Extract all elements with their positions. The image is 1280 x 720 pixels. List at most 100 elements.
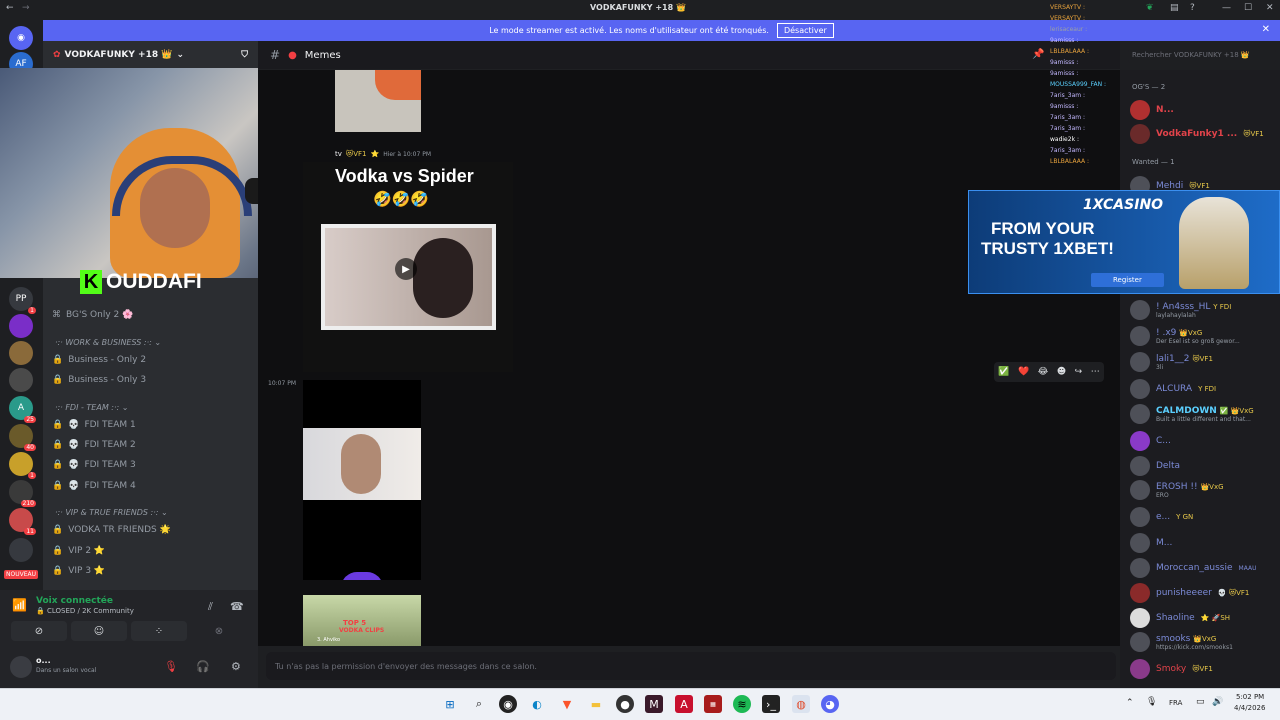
- server-icon[interactable]: [9, 314, 33, 338]
- maximize-button[interactable]: ☐: [1244, 3, 1252, 13]
- avatar[interactable]: [10, 656, 32, 678]
- app-icon[interactable]: ●: [616, 695, 634, 713]
- member-item[interactable]: ! .x9 👑VxG Der Esel ist so groß gewor...: [1130, 326, 1240, 346]
- network-icon[interactable]: ▭: [1196, 697, 1205, 707]
- language-indicator[interactable]: FRA: [1169, 699, 1182, 707]
- member-item[interactable]: M...: [1130, 533, 1172, 553]
- forward-icon[interactable]: →: [22, 3, 30, 13]
- browser-icon[interactable]: ◍: [792, 695, 810, 713]
- member-item[interactable]: ALCURA Y FDI: [1130, 379, 1216, 399]
- heart-reaction-icon[interactable]: ❤️: [1018, 367, 1029, 377]
- clock-date[interactable]: 4/4/2026: [1234, 704, 1265, 712]
- server-icon[interactable]: 210: [9, 480, 36, 507]
- check-reaction-icon[interactable]: ✅: [998, 367, 1009, 377]
- channel-item[interactable]: 🔒 VODKA TR FRIENDS 🌟: [52, 525, 171, 535]
- mute-mic-icon[interactable]: 🎙: [164, 660, 178, 673]
- activities-button[interactable]: ⁘: [131, 621, 187, 641]
- server-icon[interactable]: [9, 368, 33, 392]
- reply-icon[interactable]: ↪: [1075, 367, 1083, 377]
- discord-home-icon[interactable]: ◉: [9, 26, 33, 50]
- member-item[interactable]: Moroccan_aussie MAAU: [1130, 558, 1256, 578]
- help-icon[interactable]: ?: [1190, 3, 1195, 13]
- member-item[interactable]: EROSH !! 👑VxG ERO: [1130, 480, 1224, 500]
- member-item[interactable]: punisheeeer 💀 😻VF1: [1130, 583, 1249, 603]
- member-item[interactable]: lali1__2 😻VF1 3li: [1130, 352, 1213, 372]
- server-icon[interactable]: 1: [9, 452, 36, 479]
- edge-icon[interactable]: ◐: [528, 695, 546, 713]
- obs-icon[interactable]: ◉: [499, 695, 517, 713]
- discord-icon[interactable]: ◕: [821, 695, 839, 713]
- search-icon[interactable]: ⌕: [470, 695, 488, 713]
- server-icon-pp[interactable]: PP 1: [9, 287, 36, 314]
- add-member-icon[interactable]: ⛉: [241, 50, 248, 60]
- video-thumbnail-3[interactable]: TOP 5 VODKA CLIPS 3. Ahviko: [303, 595, 421, 646]
- server-icon[interactable]: [9, 341, 33, 365]
- spotify-icon[interactable]: ≋: [733, 695, 751, 713]
- server-icon[interactable]: [9, 538, 33, 562]
- channel-item[interactable]: 🔒 VIP 3 ⭐: [52, 566, 105, 576]
- category-vip[interactable]: ·:· VIP & TRUE FRIENDS :·: ⌄: [55, 508, 168, 517]
- volume-icon[interactable]: 🔊: [1212, 697, 1223, 707]
- category-fdi[interactable]: ·:· FDI - TEAM :·: ⌄: [55, 403, 128, 412]
- member-item[interactable]: VodkaFunky1 ... 😻VF1: [1130, 124, 1264, 144]
- acrobat-icon[interactable]: A: [675, 695, 693, 713]
- folder-icon[interactable]: ▬: [587, 695, 605, 713]
- more-icon[interactable]: ⋯: [1091, 367, 1100, 377]
- voice-channel[interactable]: 🔒 CLOSED / 2K Community: [36, 607, 134, 615]
- channel-item[interactable]: 🔒 💀 FDI TEAM 1: [52, 420, 136, 430]
- terminal-icon[interactable]: ›_: [762, 695, 780, 713]
- back-icon[interactable]: ←: [6, 3, 14, 13]
- message-input[interactable]: Tu n'as pas la permission d'envoyer des …: [266, 652, 1116, 680]
- guild-header[interactable]: ✿ VODKAFUNKY +18 👑 ⌄ ⛉: [43, 41, 258, 70]
- disconnect-icon[interactable]: ☎: [230, 600, 244, 613]
- pin-icon[interactable]: 📌: [1032, 49, 1044, 60]
- member-item[interactable]: Shaoline ⭐ 🚀SH: [1130, 608, 1230, 628]
- member-item[interactable]: N...: [1130, 100, 1174, 120]
- noise-suppression-icon[interactable]: ⫽: [208, 600, 213, 614]
- tray-chevron-icon[interactable]: ⌃: [1126, 698, 1134, 708]
- windows-start-icon[interactable]: ⊞: [441, 695, 459, 713]
- channel-item[interactable]: 🔒 💀 FDI TEAM 4: [52, 481, 136, 491]
- close-window-button[interactable]: ✕: [1266, 3, 1274, 13]
- settings-gear-icon[interactable]: ⚙: [231, 660, 241, 673]
- channel-item[interactable]: 🔒 💀 FDI TEAM 2: [52, 440, 136, 450]
- channel-item[interactable]: 🔒 Business - Only 2: [52, 355, 146, 365]
- brave-icon[interactable]: ▼: [558, 695, 576, 713]
- register-button[interactable]: Register: [1091, 273, 1164, 287]
- camera-button[interactable]: ⊘: [11, 621, 67, 641]
- server-icon[interactable]: 40: [9, 424, 36, 451]
- server-icon-a[interactable]: A 25: [9, 396, 36, 423]
- category-work[interactable]: ·:· WORK & BUSINESS :·: ⌄: [55, 338, 161, 347]
- leaf-icon[interactable]: ❦: [1146, 3, 1154, 13]
- laugh-reaction-icon[interactable]: 😂: [1038, 367, 1049, 377]
- member-item[interactable]: C...: [1130, 431, 1171, 451]
- member-item[interactable]: Delta: [1130, 456, 1180, 476]
- member-item[interactable]: smooks 👑VxG https://kick.com/smooks1: [1130, 632, 1233, 652]
- clock-time[interactable]: 5:02 PM: [1236, 693, 1264, 701]
- member-item[interactable]: e... Y GN: [1130, 507, 1193, 527]
- channel-item[interactable]: 🔒 💀 FDI TEAM 3: [52, 460, 136, 470]
- author-name[interactable]: tv: [335, 150, 342, 158]
- close-banner-icon[interactable]: ✕: [1262, 24, 1270, 35]
- screenshare-button[interactable]: ☺: [71, 621, 127, 641]
- soundboard-button[interactable]: ⊗: [191, 621, 247, 641]
- add-reaction-icon[interactable]: ☻: [1057, 367, 1066, 377]
- member-item[interactable]: ! An4sss_HL Y FDI laylahaylalah: [1130, 300, 1231, 320]
- channel-bgs[interactable]: ⌘ BG'S Only 2 🌸: [52, 310, 133, 320]
- video-embed-2[interactable]: [303, 380, 421, 580]
- disable-streamer-button[interactable]: Désactiver: [776, 23, 834, 38]
- minimize-button[interactable]: —: [1222, 3, 1231, 13]
- channel-item[interactable]: 🔒 Business - Only 3: [52, 375, 146, 385]
- search-input[interactable]: Rechercher VODKAFUNKY +18 👑: [1128, 49, 1276, 63]
- casino-ad[interactable]: 1XCASINO FROM YOUR TRUSTY 1XBET! Registe…: [968, 190, 1280, 294]
- inbox-icon[interactable]: ▤: [1170, 3, 1179, 13]
- server-icon[interactable]: 11: [9, 508, 36, 535]
- member-item[interactable]: Smoky 😻VF1: [1130, 659, 1213, 679]
- deafen-icon[interactable]: 🎧: [196, 660, 210, 673]
- video-embed[interactable]: Vodka vs Spider 🤣🤣🤣 ▶: [303, 162, 513, 372]
- app-icon-3[interactable]: ▦: [704, 695, 722, 713]
- channel-item[interactable]: 🔒 VIP 2 ⭐: [52, 546, 105, 556]
- message-image[interactable]: [335, 70, 421, 132]
- app-icon-2[interactable]: M: [645, 695, 663, 713]
- member-item[interactable]: CALMDOWN ✅ 👑VxG Built a little different …: [1130, 404, 1254, 424]
